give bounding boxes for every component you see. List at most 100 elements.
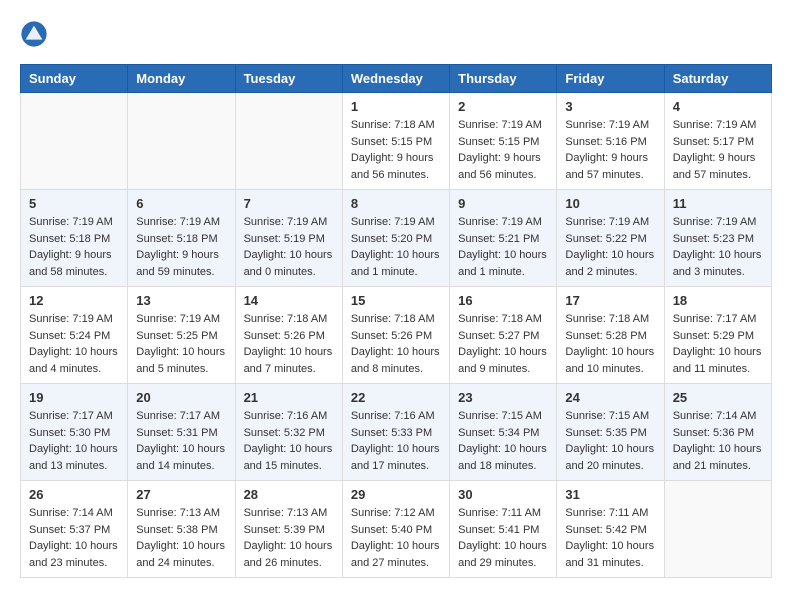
day-info: Sunrise: 7:16 AMSunset: 5:33 PMDaylight:…	[351, 408, 441, 474]
empty-cell	[21, 93, 128, 190]
day-cell-8: 8 Sunrise: 7:19 AMSunset: 5:20 PMDaylight…	[342, 190, 449, 287]
day-number: 15	[351, 293, 441, 308]
day-number: 26	[29, 487, 119, 502]
day-info: Sunrise: 7:19 AMSunset: 5:21 PMDaylight:…	[458, 214, 548, 280]
empty-cell	[235, 93, 342, 190]
day-info: Sunrise: 7:19 AMSunset: 5:19 PMDaylight:…	[244, 214, 334, 280]
day-cell-17: 17 Sunrise: 7:18 AMSunset: 5:28 PMDayligh…	[557, 287, 664, 384]
day-cell-4: 4Sunrise: 7:19 AMSunset: 5:17 PMDaylight…	[664, 93, 771, 190]
day-info: Sunrise: 7:19 AMSunset: 5:15 PMDaylight:…	[458, 117, 548, 183]
day-number: 29	[351, 487, 441, 502]
day-number: 21	[244, 390, 334, 405]
weekday-header-sunday: Sunday	[21, 65, 128, 93]
day-info: Sunrise: 7:19 AMSunset: 5:18 PMDaylight:…	[136, 214, 226, 280]
day-cell-2: 2 Sunrise: 7:19 AMSunset: 5:15 PMDaylight…	[450, 93, 557, 190]
day-number: 17	[565, 293, 655, 308]
day-cell-27: 27 Sunrise: 7:13 AMSunset: 5:38 PMDayligh…	[128, 481, 235, 578]
weekday-header-monday: Monday	[128, 65, 235, 93]
day-cell-29: 29 Sunrise: 7:12 AMSunset: 5:40 PMDayligh…	[342, 481, 449, 578]
empty-cell	[664, 481, 771, 578]
day-info: Sunrise: 7:13 AMSunset: 5:38 PMDaylight:…	[136, 505, 226, 571]
day-info: Sunrise: 7:18 AMSunset: 5:26 PMDaylight:…	[244, 311, 334, 377]
week-row-5: 26 Sunrise: 7:14 AMSunset: 5:37 PMDayligh…	[21, 481, 772, 578]
day-number: 30	[458, 487, 548, 502]
day-number: 22	[351, 390, 441, 405]
day-cell-7: 7 Sunrise: 7:19 AMSunset: 5:19 PMDaylight…	[235, 190, 342, 287]
day-info: Sunrise: 7:15 AMSunset: 5:35 PMDaylight:…	[565, 408, 655, 474]
day-cell-9: 9 Sunrise: 7:19 AMSunset: 5:21 PMDaylight…	[450, 190, 557, 287]
weekday-header-saturday: Saturday	[664, 65, 771, 93]
day-number: 19	[29, 390, 119, 405]
day-number: 24	[565, 390, 655, 405]
day-cell-6: 6 Sunrise: 7:19 AMSunset: 5:18 PMDaylight…	[128, 190, 235, 287]
day-number: 25	[673, 390, 763, 405]
day-info: Sunrise: 7:19 AMSunset: 5:16 PMDaylight:…	[565, 117, 655, 183]
day-info: Sunrise: 7:12 AMSunset: 5:40 PMDaylight:…	[351, 505, 441, 571]
day-info: Sunrise: 7:17 AMSunset: 5:31 PMDaylight:…	[136, 408, 226, 474]
day-info: Sunrise: 7:14 AMSunset: 5:37 PMDaylight:…	[29, 505, 119, 571]
day-number: 20	[136, 390, 226, 405]
day-cell-20: 20 Sunrise: 7:17 AMSunset: 5:31 PMDayligh…	[128, 384, 235, 481]
day-number: 14	[244, 293, 334, 308]
day-info: Sunrise: 7:18 AMSunset: 5:15 PMDaylight:…	[351, 117, 441, 183]
day-number: 12	[29, 293, 119, 308]
day-cell-23: 23 Sunrise: 7:15 AMSunset: 5:34 PMDayligh…	[450, 384, 557, 481]
day-info: Sunrise: 7:19 AMSunset: 5:25 PMDaylight:…	[136, 311, 226, 377]
day-cell-15: 15 Sunrise: 7:18 AMSunset: 5:26 PMDayligh…	[342, 287, 449, 384]
day-cell-19: 19Sunrise: 7:17 AMSunset: 5:30 PMDayligh…	[21, 384, 128, 481]
page-header	[20, 20, 772, 48]
day-number: 28	[244, 487, 334, 502]
weekday-header-wednesday: Wednesday	[342, 65, 449, 93]
day-info: Sunrise: 7:11 AMSunset: 5:42 PMDaylight:…	[565, 505, 655, 571]
week-row-4: 19Sunrise: 7:17 AMSunset: 5:30 PMDayligh…	[21, 384, 772, 481]
weekday-header-friday: Friday	[557, 65, 664, 93]
day-number: 5	[29, 196, 119, 211]
day-number: 31	[565, 487, 655, 502]
logo-icon	[20, 20, 48, 48]
day-number: 6	[136, 196, 226, 211]
weekday-header-tuesday: Tuesday	[235, 65, 342, 93]
day-cell-16: 16Sunrise: 7:18 AMSunset: 5:27 PMDayligh…	[450, 287, 557, 384]
week-row-3: 12 Sunrise: 7:19 AMSunset: 5:24 PMDayligh…	[21, 287, 772, 384]
day-cell-11: 11Sunrise: 7:19 AMSunset: 5:23 PMDayligh…	[664, 190, 771, 287]
day-info: Sunrise: 7:15 AMSunset: 5:34 PMDaylight:…	[458, 408, 548, 474]
day-cell-13: 13 Sunrise: 7:19 AMSunset: 5:25 PMDayligh…	[128, 287, 235, 384]
day-number: 27	[136, 487, 226, 502]
day-cell-10: 10 Sunrise: 7:19 AMSunset: 5:22 PMDayligh…	[557, 190, 664, 287]
day-number: 10	[565, 196, 655, 211]
day-info: Sunrise: 7:18 AMSunset: 5:26 PMDaylight:…	[351, 311, 441, 377]
weekday-header-thursday: Thursday	[450, 65, 557, 93]
day-number: 18	[673, 293, 763, 308]
day-cell-14: 14 Sunrise: 7:18 AMSunset: 5:26 PMDayligh…	[235, 287, 342, 384]
day-cell-28: 28Sunrise: 7:13 AMSunset: 5:39 PMDayligh…	[235, 481, 342, 578]
day-info: Sunrise: 7:19 AMSunset: 5:22 PMDaylight:…	[565, 214, 655, 280]
day-number: 2	[458, 99, 548, 114]
day-info: Sunrise: 7:18 AMSunset: 5:27 PMDaylight:…	[458, 311, 548, 377]
day-number: 4	[673, 99, 763, 114]
day-info: Sunrise: 7:19 AMSunset: 5:24 PMDaylight:…	[29, 311, 119, 377]
logo	[20, 20, 52, 48]
day-number: 9	[458, 196, 548, 211]
day-cell-12: 12 Sunrise: 7:19 AMSunset: 5:24 PMDayligh…	[21, 287, 128, 384]
day-cell-21: 21 Sunrise: 7:16 AMSunset: 5:32 PMDayligh…	[235, 384, 342, 481]
day-cell-18: 18Sunrise: 7:17 AMSunset: 5:29 PMDayligh…	[664, 287, 771, 384]
day-cell-26: 26 Sunrise: 7:14 AMSunset: 5:37 PMDayligh…	[21, 481, 128, 578]
week-row-2: 5 Sunrise: 7:19 AMSunset: 5:18 PMDaylight…	[21, 190, 772, 287]
day-cell-30: 30 Sunrise: 7:11 AMSunset: 5:41 PMDayligh…	[450, 481, 557, 578]
day-info: Sunrise: 7:19 AMSunset: 5:18 PMDaylight:…	[29, 214, 119, 280]
day-info: Sunrise: 7:16 AMSunset: 5:32 PMDaylight:…	[244, 408, 334, 474]
day-cell-24: 24 Sunrise: 7:15 AMSunset: 5:35 PMDayligh…	[557, 384, 664, 481]
day-number: 7	[244, 196, 334, 211]
week-row-1: 1 Sunrise: 7:18 AMSunset: 5:15 PMDaylight…	[21, 93, 772, 190]
empty-cell	[128, 93, 235, 190]
day-info: Sunrise: 7:11 AMSunset: 5:41 PMDaylight:…	[458, 505, 548, 571]
day-number: 3	[565, 99, 655, 114]
day-number: 13	[136, 293, 226, 308]
day-info: Sunrise: 7:18 AMSunset: 5:28 PMDaylight:…	[565, 311, 655, 377]
day-cell-25: 25Sunrise: 7:14 AMSunset: 5:36 PMDayligh…	[664, 384, 771, 481]
day-number: 1	[351, 99, 441, 114]
day-number: 23	[458, 390, 548, 405]
day-number: 8	[351, 196, 441, 211]
day-info: Sunrise: 7:19 AMSunset: 5:20 PMDaylight:…	[351, 214, 441, 280]
weekday-header-row: SundayMondayTuesdayWednesdayThursdayFrid…	[21, 65, 772, 93]
